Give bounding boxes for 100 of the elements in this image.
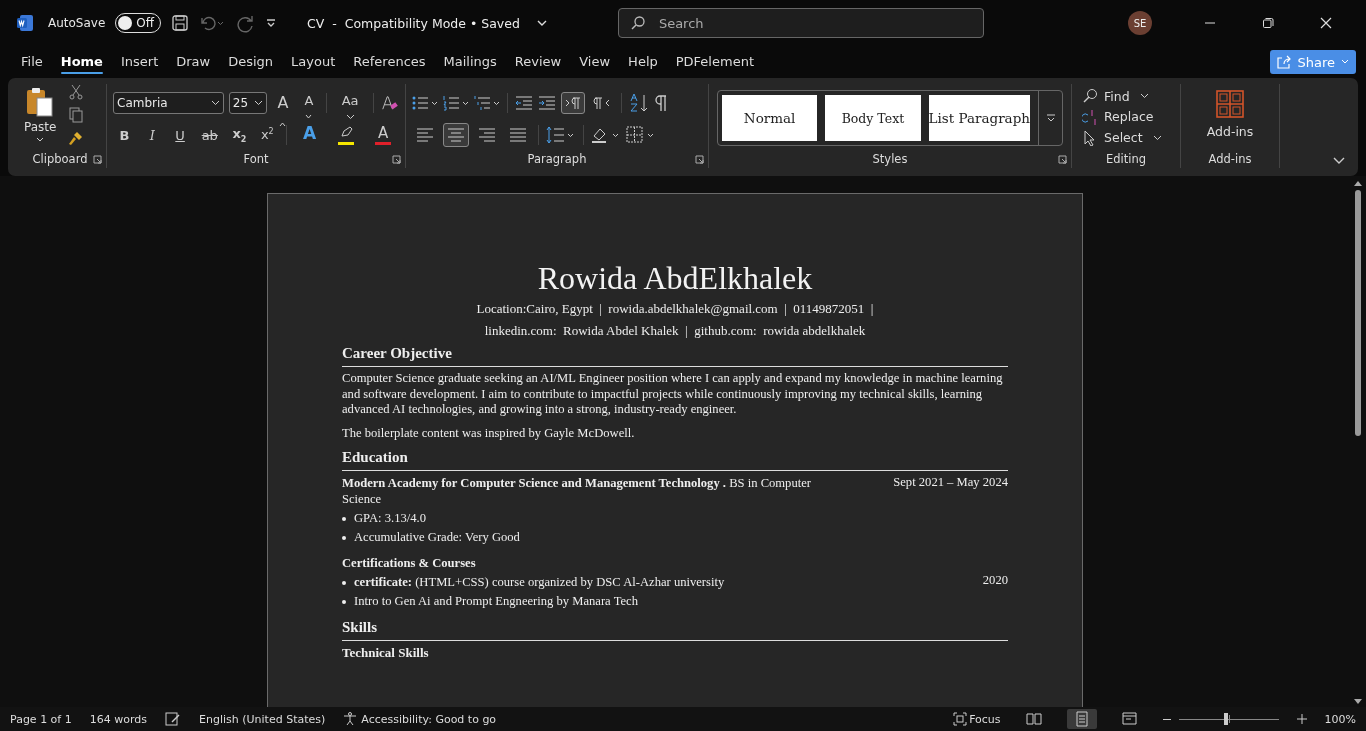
- editing-button[interactable]: Replace: [1078, 108, 1174, 126]
- view-mode-icon[interactable]: [1066, 709, 1097, 729]
- language-label[interactable]: English (United States): [199, 712, 326, 726]
- font-size-field[interactable]: 25: [228, 92, 267, 114]
- bullet-text: certificate: (HTML+CSS) course organized by DSC Al-Azhar university: [354, 574, 725, 592]
- entry-date: Sept 2021 – May 2024: [893, 475, 1008, 492]
- change-case-button[interactable]: Aa: [333, 91, 367, 115]
- scroll-down-icon[interactable]: [1353, 699, 1362, 705]
- undo-icon[interactable]: [199, 14, 226, 32]
- menu-tab[interactable]: View: [570, 48, 620, 76]
- scroll-up-icon[interactable]: [1353, 180, 1362, 186]
- menu-tab[interactable]: Insert: [111, 48, 168, 76]
- style-tile[interactable]: Body Text: [825, 95, 921, 141]
- paste-button[interactable]: Paste: [20, 84, 61, 150]
- search-icon: [629, 15, 646, 31]
- search-field[interactable]: Search: [617, 8, 984, 38]
- document-title[interactable]: CV - Compatibility Mode • Saved: [301, 14, 526, 32]
- caret-icon: [253, 100, 263, 106]
- entry-date: 2020: [982, 573, 1008, 590]
- decrease-indent-icon[interactable]: [515, 95, 533, 111]
- redo-icon[interactable]: [235, 13, 256, 33]
- bullet-text: Accumulative Grade: Very Good: [354, 529, 520, 547]
- group-label: Paragraph: [527, 152, 587, 166]
- format-button[interactable]: U: [168, 123, 192, 147]
- clear-formatting-icon[interactable]: [381, 94, 399, 112]
- pilcrow-icon[interactable]: [654, 94, 668, 112]
- menu-tab[interactable]: File: [12, 48, 52, 76]
- group-label: Add-ins: [1208, 152, 1252, 166]
- bullet-text: Intro to Gen Ai and Prompt Engneering by Manara Tech: [354, 593, 638, 611]
- cut-icon[interactable]: [68, 84, 85, 100]
- shrink-font-button[interactable]: A: [298, 91, 319, 115]
- multilevel-list-icon[interactable]: [474, 95, 500, 111]
- sort-icon[interactable]: [629, 93, 649, 113]
- numbering-icon[interactable]: [443, 95, 469, 111]
- dialog-launcher-icon[interactable]: [695, 155, 704, 164]
- increase-indent-icon[interactable]: [538, 95, 556, 111]
- format-button[interactable]: x$^{2}$: [255, 123, 279, 147]
- caret-icon: [35, 136, 46, 144]
- format-button[interactable]: ab: [196, 123, 224, 147]
- close-icon[interactable]: [1320, 17, 1332, 29]
- menu-tab[interactable]: Help: [619, 48, 667, 76]
- zoom-level[interactable]: 100%: [1324, 712, 1356, 726]
- proofing-icon[interactable]: [165, 712, 181, 726]
- menu-tab[interactable]: PDFelement: [666, 48, 763, 76]
- editing-button[interactable]: Select: [1078, 128, 1174, 147]
- font-name-field[interactable]: Cambria: [113, 92, 224, 114]
- menu-tab[interactable]: Review: [505, 48, 571, 76]
- editing-button[interactable]: Find: [1078, 87, 1174, 106]
- add-ins-button[interactable]: Add-ins: [1187, 84, 1273, 150]
- bullets-icon[interactable]: [412, 95, 438, 111]
- restore-icon[interactable]: [1262, 17, 1274, 29]
- focus-button[interactable]: Focus: [953, 712, 1001, 726]
- scrollbar-thumb[interactable]: [1354, 190, 1361, 436]
- align-icon[interactable]: [443, 123, 469, 147]
- line-spacing-icon[interactable]: [546, 126, 576, 144]
- left-to-right-icon[interactable]: [561, 92, 585, 114]
- replace-icon: [1082, 109, 1098, 125]
- format-button[interactable]: B: [113, 123, 136, 147]
- caret-icon[interactable]: [535, 18, 548, 28]
- style-tile[interactable]: Normal: [722, 95, 818, 141]
- entry-title: Modern Academy for Computer Science and Management Technology . BS in Computer Science: [342, 475, 812, 508]
- shading-icon[interactable]: [591, 126, 621, 144]
- bullet-icon: [342, 535, 346, 540]
- caret-icon: [210, 100, 220, 106]
- page-count[interactable]: Page 1 of 1: [10, 712, 72, 726]
- focus-icon: [953, 712, 968, 726]
- entry-title: Certifications & Courses: [342, 555, 477, 572]
- dialog-launcher-icon[interactable]: [93, 155, 102, 164]
- menu-tab[interactable]: Layout: [282, 48, 345, 76]
- borders-icon[interactable]: [626, 126, 656, 144]
- color-button[interactable]: A: [367, 123, 399, 147]
- bullet-icon: [342, 599, 346, 604]
- menu-tab[interactable]: Home: [51, 48, 112, 76]
- grow-font-button[interactable]: A: [271, 91, 294, 115]
- format-painter-icon[interactable]: [68, 130, 85, 146]
- color-button[interactable]: A: [293, 123, 326, 147]
- contact-line: Location:Cairo, Egypt | rowida.abdelkhalek@gmail.com | 01149872051 |: [475, 301, 875, 317]
- dialog-launcher-icon[interactable]: [1058, 155, 1067, 164]
- format-button[interactable]: I: [140, 123, 164, 147]
- bullet-text: GPA: 3.13/4.0: [354, 510, 426, 528]
- group-label: Editing: [1105, 152, 1147, 166]
- contact-line: linkedin.com: Rowida Abdel Khalek | github.com: rowida abdelkhalek: [483, 323, 867, 339]
- user-avatar[interactable]: SE: [1128, 11, 1152, 35]
- customize-toolbar-icon[interactable]: [265, 17, 278, 29]
- grid-icon: [1216, 90, 1244, 118]
- copy-icon[interactable]: [68, 107, 85, 123]
- save-icon[interactable]: [171, 14, 190, 32]
- menu-tab[interactable]: Draw: [167, 48, 220, 76]
- word-count[interactable]: 164 words: [89, 712, 147, 726]
- accessibility-button[interactable]: Accessibility: Good to go: [343, 712, 497, 726]
- word-logo-icon: [16, 14, 34, 32]
- zoom-in-icon[interactable]: [1296, 714, 1307, 724]
- menu-tab[interactable]: Design: [219, 48, 283, 76]
- collapse-ribbon-icon[interactable]: [1332, 156, 1346, 166]
- dialog-launcher-icon[interactable]: [392, 155, 401, 164]
- menu-tab[interactable]: Mailings: [434, 48, 506, 76]
- paragraph: Computer Science graduate seeking an AI/ML Engineer position where I can apply and expand my knowledge in machine learning and software development. I aim to contribute to impactful projects while continuously improving my technical skills, learning advanced AI technologies, and growing into a strong, industry-ready engineer.: [342, 371, 1004, 418]
- style-tile[interactable]: List Paragraph: [928, 95, 1030, 141]
- menu-tab[interactable]: References: [344, 48, 435, 76]
- format-button[interactable]: x$_{2}$: [228, 123, 251, 147]
